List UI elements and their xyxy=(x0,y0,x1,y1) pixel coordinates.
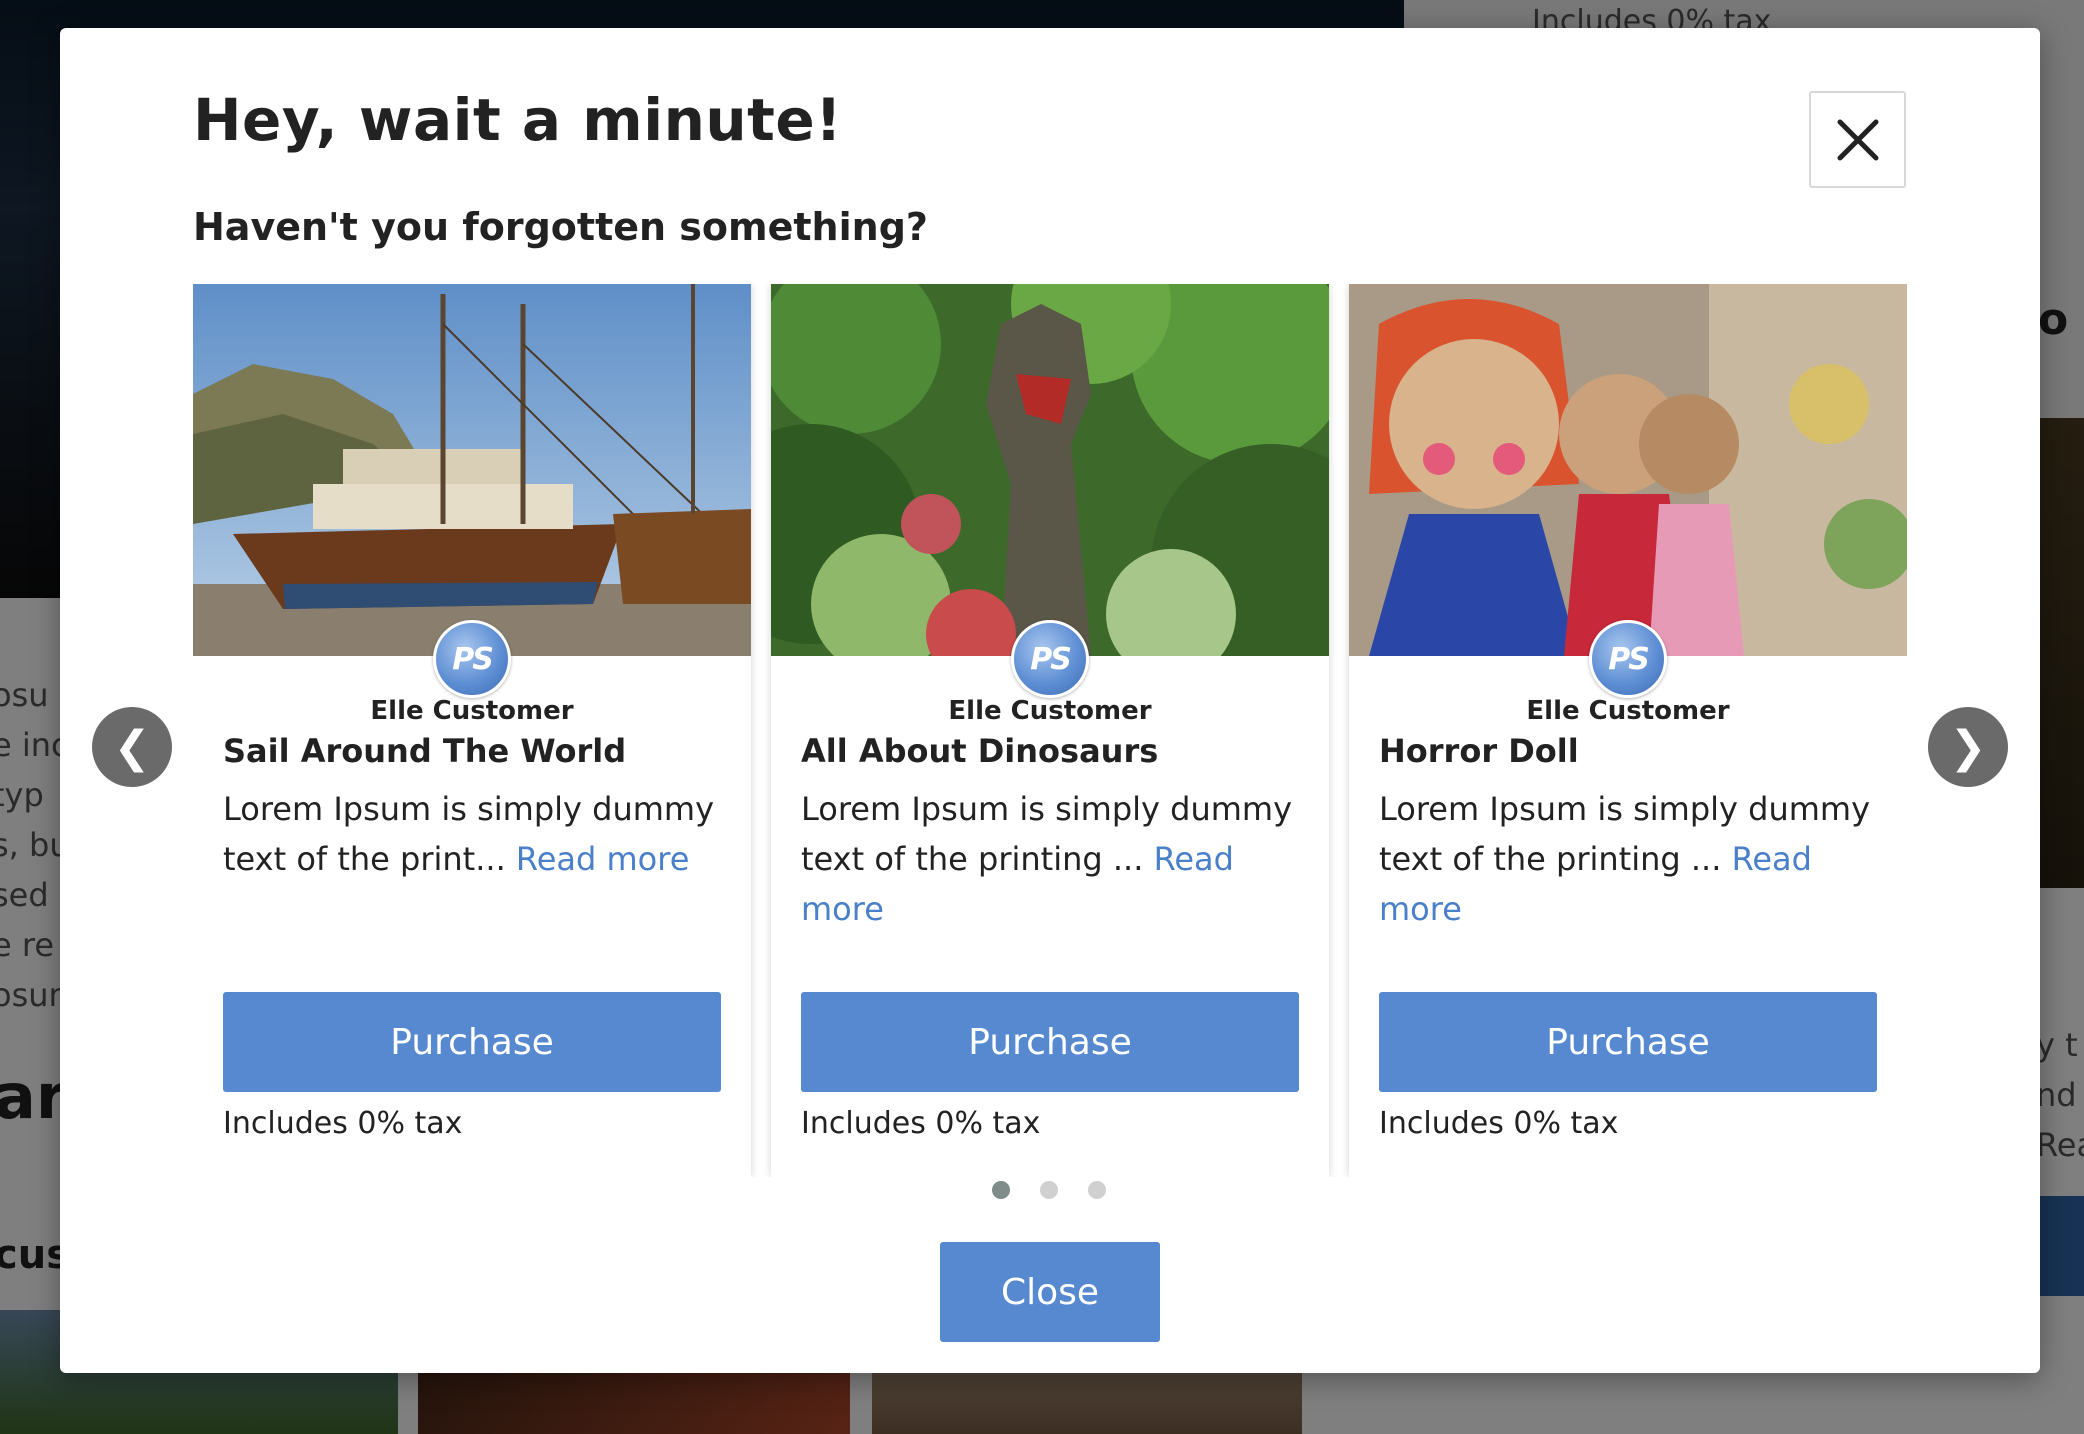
sailing-ship-image xyxy=(193,284,751,656)
close-button[interactable]: Close xyxy=(940,1242,1160,1342)
carousel-pagination xyxy=(992,1181,1106,1199)
carousel-prev-button[interactable]: ❮ xyxy=(92,707,172,787)
author-avatar: PS xyxy=(433,620,511,698)
purchase-button[interactable]: Purchase xyxy=(1379,992,1877,1092)
product-tax-note: Includes 0% tax xyxy=(1379,1106,1619,1141)
author-avatar: PS xyxy=(1589,620,1667,698)
carousel-dot[interactable] xyxy=(992,1181,1010,1199)
product-tax-note: Includes 0% tax xyxy=(223,1106,463,1141)
product-tax-note: Includes 0% tax xyxy=(801,1106,1041,1141)
purchase-button[interactable]: Purchase xyxy=(223,992,721,1092)
product-author: Elle Customer xyxy=(1526,696,1730,726)
product-card: PS Elle Customer Horror Doll Lorem Ipsum… xyxy=(1349,284,1907,1177)
modal-subtitle: Haven't you forgotten something? xyxy=(193,205,928,249)
product-description: Lorem Ipsum is simply dummy text of the … xyxy=(223,784,728,884)
modal-title: Hey, wait a minute! xyxy=(193,86,843,154)
chevron-right-icon: ❯ xyxy=(1949,721,1987,773)
carousel-dot[interactable] xyxy=(1088,1181,1106,1199)
product-image[interactable] xyxy=(193,284,751,656)
product-image[interactable] xyxy=(771,284,1329,656)
product-description: Lorem Ipsum is simply dummy text of the … xyxy=(1379,784,1884,934)
purchase-button[interactable]: Purchase xyxy=(801,992,1299,1092)
carousel-dot[interactable] xyxy=(1040,1181,1058,1199)
product-title: Horror Doll xyxy=(1379,732,1579,770)
read-more-link[interactable]: Read more xyxy=(516,840,689,878)
dinosaur-statue-image xyxy=(771,284,1329,656)
product-carousel: PS Elle Customer Sail Around The World L… xyxy=(193,284,1907,1177)
product-card: PS Elle Customer All About Dinosaurs Lor… xyxy=(771,284,1329,1177)
product-author: Elle Customer xyxy=(948,696,1152,726)
product-card: PS Elle Customer Sail Around The World L… xyxy=(193,284,751,1177)
chevron-left-icon: ❮ xyxy=(113,721,151,773)
upsell-modal: Hey, wait a minute! Haven't you forgotte… xyxy=(60,28,2040,1373)
product-title: All About Dinosaurs xyxy=(801,732,1159,770)
product-author: Elle Customer xyxy=(370,696,574,726)
author-avatar: PS xyxy=(1011,620,1089,698)
product-image[interactable] xyxy=(1349,284,1907,656)
modal-close-x-button[interactable] xyxy=(1809,91,1906,188)
product-description: Lorem Ipsum is simply dummy text of the … xyxy=(801,784,1306,934)
carousel-next-button[interactable]: ❯ xyxy=(1928,707,2008,787)
crochet-dolls-image xyxy=(1349,284,1907,656)
close-icon xyxy=(1837,119,1878,160)
product-title: Sail Around The World xyxy=(223,732,627,770)
